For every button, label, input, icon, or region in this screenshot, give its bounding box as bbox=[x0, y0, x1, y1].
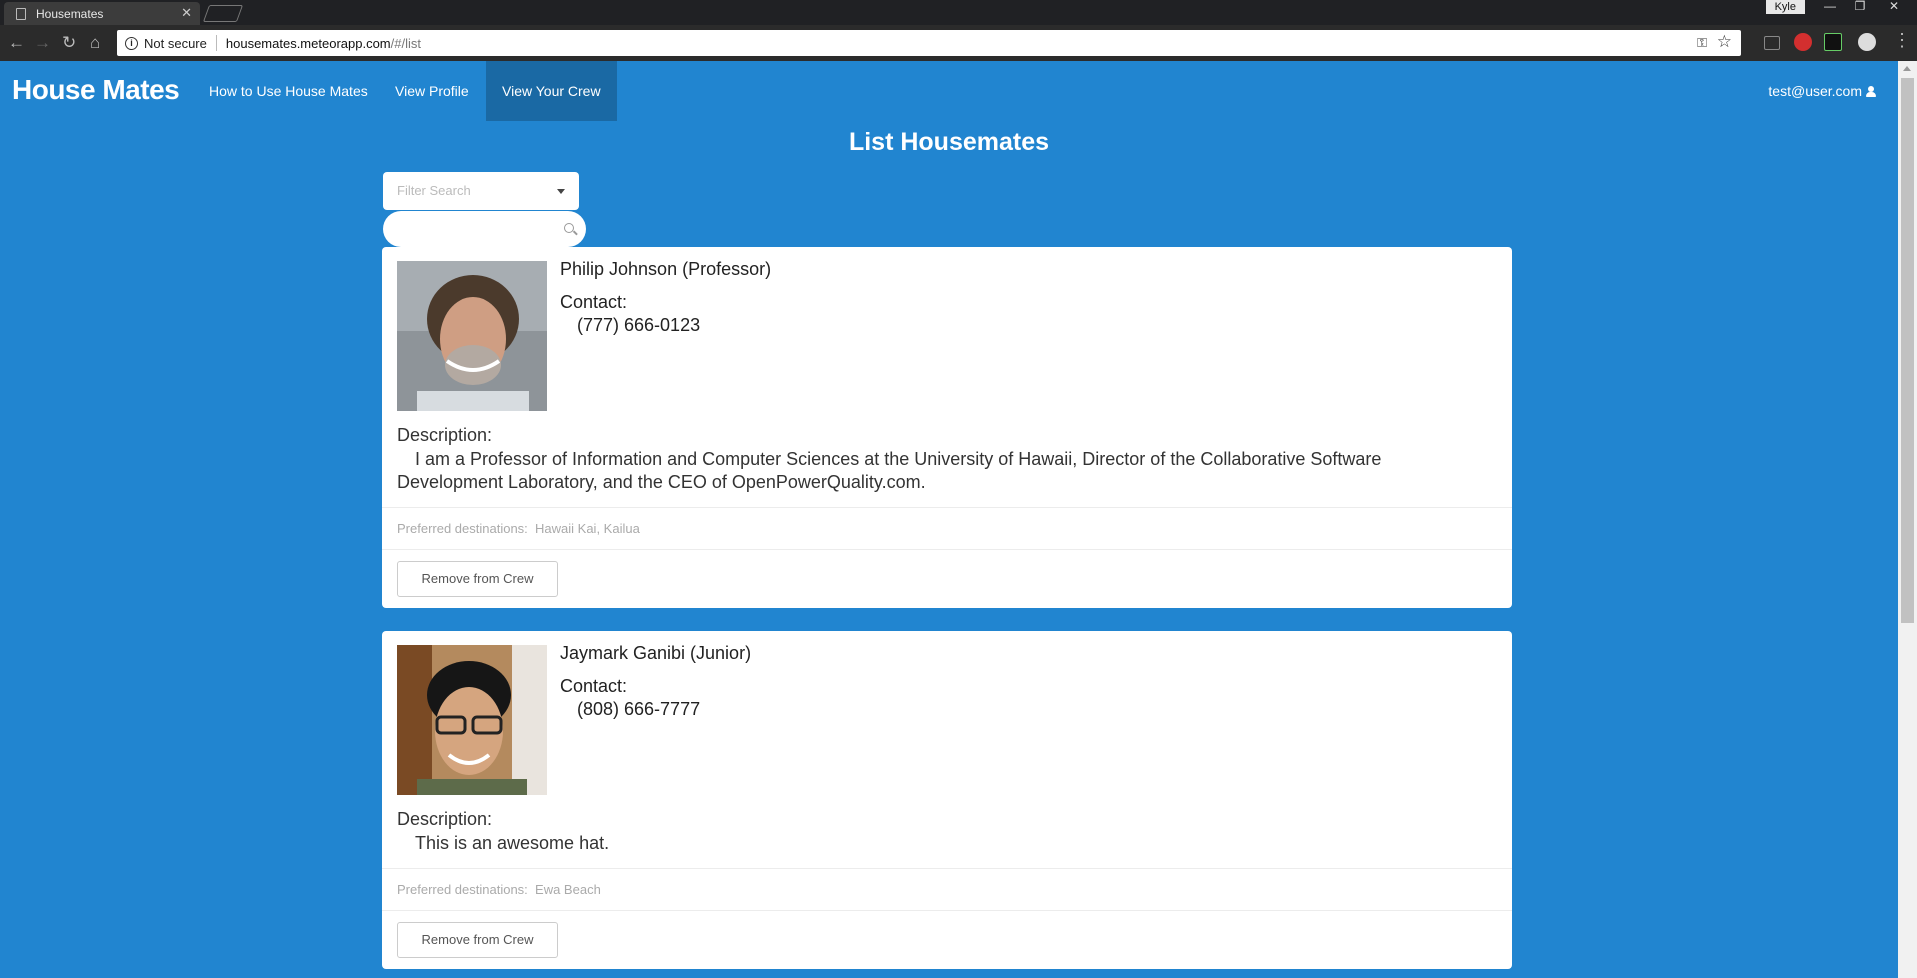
key-icon[interactable]: ⚿ bbox=[1697, 35, 1707, 51]
page-title: List Housemates bbox=[848, 128, 1050, 156]
extension-pen-icon[interactable] bbox=[1764, 36, 1780, 50]
back-icon[interactable]: ← bbox=[8, 34, 25, 52]
search-box[interactable] bbox=[383, 211, 586, 247]
remove-from-crew-button[interactable]: Remove from Crew bbox=[397, 561, 558, 597]
scroll-up-icon[interactable] bbox=[1903, 66, 1911, 71]
contact-label: Contact: bbox=[560, 292, 628, 312]
filter-dropdown[interactable]: Filter Search bbox=[383, 172, 579, 210]
extension-circle-icon[interactable] bbox=[1858, 33, 1876, 51]
user-icon bbox=[1866, 86, 1876, 97]
url-host: housemates.meteorapp.com bbox=[225, 35, 391, 51]
filter-placeholder: Filter Search bbox=[397, 183, 471, 198]
nav-how-to-use[interactable]: How to Use House Mates bbox=[193, 61, 384, 121]
bookmark-star-icon[interactable]: ☆ bbox=[1717, 32, 1732, 52]
card-divider bbox=[382, 507, 1512, 508]
card-divider bbox=[382, 549, 1512, 550]
menu-icon[interactable]: ⋮ bbox=[1893, 31, 1911, 49]
browser-tab[interactable]: Housemates ✕ bbox=[4, 2, 200, 25]
minimize-icon[interactable]: — bbox=[1815, 0, 1845, 14]
housemate-name: Philip Johnson (Professor) bbox=[560, 259, 772, 279]
nav-view-your-crew[interactable]: View Your Crew bbox=[486, 61, 617, 121]
app-navbar: House Mates How to Use House Mates View … bbox=[0, 61, 1898, 121]
preferred-destinations: Preferred destinations: Ewa Beach bbox=[397, 882, 601, 897]
browser-toolbar: ← → ↻ ⌂ i Not secure housemates.meteorap… bbox=[0, 25, 1917, 61]
tab-title: Housemates bbox=[36, 6, 104, 21]
profile-photo bbox=[397, 645, 547, 795]
contact-phone: (808) 666-7777 bbox=[577, 699, 701, 719]
description-label: Description: bbox=[397, 809, 493, 829]
brand-logo[interactable]: House Mates bbox=[12, 74, 180, 106]
extension-ka-icon[interactable] bbox=[1824, 33, 1842, 51]
preferred-label: Preferred destinations: bbox=[397, 882, 528, 897]
restore-icon[interactable]: ❐ bbox=[1845, 0, 1875, 14]
profile-photo bbox=[397, 261, 547, 411]
preferred-destinations: Preferred destinations: Hawaii Kai, Kail… bbox=[397, 521, 640, 536]
preferred-label: Preferred destinations: bbox=[397, 521, 528, 536]
address-bar[interactable]: i Not secure housemates.meteorapp.com/#/… bbox=[117, 30, 1741, 56]
new-tab-button[interactable] bbox=[202, 5, 244, 22]
home-icon[interactable]: ⌂ bbox=[90, 34, 100, 52]
security-label: Not secure bbox=[144, 35, 207, 51]
scroll-thumb[interactable] bbox=[1901, 78, 1914, 623]
housemate-card: Jaymark Ganibi (Junior) Contact: (808) 6… bbox=[382, 631, 1512, 969]
search-input[interactable] bbox=[397, 211, 557, 245]
housemate-name: Jaymark Ganibi (Junior) bbox=[560, 643, 752, 663]
card-divider bbox=[382, 868, 1512, 869]
user-menu[interactable]: test@user.com bbox=[1768, 61, 1876, 121]
housemate-card: Philip Johnson (Professor) Contact: (777… bbox=[382, 247, 1512, 608]
reload-icon[interactable]: ↻ bbox=[62, 34, 76, 52]
remove-from-crew-button[interactable]: Remove from Crew bbox=[397, 922, 558, 958]
contact-label: Contact: bbox=[560, 676, 628, 696]
info-icon[interactable]: i bbox=[125, 36, 138, 50]
forward-icon[interactable]: → bbox=[34, 34, 51, 52]
caret-down-icon bbox=[557, 189, 565, 194]
description-text: This is an awesome hat. bbox=[415, 833, 610, 853]
close-tab-icon[interactable]: ✕ bbox=[181, 5, 192, 21]
extension-shield-icon[interactable] bbox=[1794, 33, 1812, 51]
card-divider bbox=[382, 910, 1512, 911]
close-window-icon[interactable]: ✕ bbox=[1879, 0, 1909, 14]
url-separator bbox=[215, 35, 217, 51]
description-text: I am a Professor of Information and Comp… bbox=[397, 449, 1382, 492]
page-scrollbar[interactable] bbox=[1898, 61, 1917, 978]
nav-view-profile[interactable]: View Profile bbox=[379, 61, 485, 121]
browser-tab-strip: Housemates ✕ Kyle — ❐ ✕ bbox=[0, 0, 1917, 25]
profile-button[interactable]: Kyle bbox=[1765, 0, 1805, 14]
url-path: /#/list bbox=[390, 35, 421, 51]
preferred-value: Hawaii Kai, Kailua bbox=[535, 521, 640, 536]
search-icon[interactable] bbox=[564, 223, 574, 233]
user-email: test@user.com bbox=[1768, 83, 1862, 99]
description-label: Description: bbox=[397, 425, 493, 445]
preferred-value: Ewa Beach bbox=[535, 882, 601, 897]
contact-phone: (777) 666-0123 bbox=[577, 315, 701, 335]
page-icon bbox=[16, 7, 26, 20]
